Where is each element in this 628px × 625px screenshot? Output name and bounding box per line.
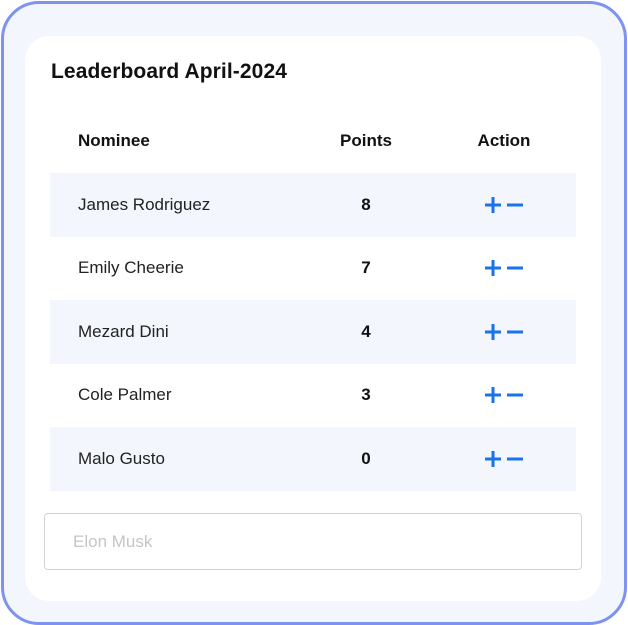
plus-icon <box>485 450 501 467</box>
table-row: Emily Cheerie 7 <box>50 237 576 301</box>
nominee-input[interactable] <box>45 514 581 569</box>
page-title: Leaderboard April-2024 <box>51 60 287 83</box>
nominee-name: Cole Palmer <box>78 385 172 405</box>
decrement-button[interactable] <box>505 385 525 405</box>
nominee-points: 8 <box>361 194 371 214</box>
nominee-points: 0 <box>361 448 371 468</box>
nominee-name: James Rodriguez <box>78 194 211 214</box>
plus-icon <box>485 323 501 340</box>
minus-icon <box>507 393 523 397</box>
increment-button[interactable] <box>483 322 503 342</box>
increment-button[interactable] <box>483 449 503 469</box>
decrement-button[interactable] <box>505 195 525 215</box>
nominee-input-wrapper <box>44 513 582 570</box>
plus-icon <box>485 196 501 213</box>
row-actions <box>432 449 576 469</box>
plus-icon <box>485 387 501 404</box>
decrement-button[interactable] <box>505 258 525 278</box>
minus-icon <box>507 457 523 461</box>
nominee-name: Mezard Dini <box>78 321 169 341</box>
table-row: Malo Gusto 0 <box>50 427 576 491</box>
leaderboard-table: Nominee Points Action James Rodriguez 8 … <box>50 108 576 491</box>
column-header-nominee: Nominee <box>78 130 150 150</box>
row-actions <box>432 195 576 215</box>
table-header-row: Nominee Points Action <box>50 108 576 173</box>
decrement-button[interactable] <box>505 322 525 342</box>
nominee-points: 4 <box>361 321 371 341</box>
minus-icon <box>507 266 523 270</box>
plus-icon <box>485 260 501 277</box>
increment-button[interactable] <box>483 258 503 278</box>
nominee-points: 3 <box>361 385 371 405</box>
row-actions <box>432 322 576 342</box>
minus-icon <box>507 203 523 207</box>
leaderboard-card: Leaderboard April-2024 Nominee Points Ac… <box>25 36 601 601</box>
nominee-name: Emily Cheerie <box>78 258 184 278</box>
column-header-action: Action <box>477 130 531 150</box>
increment-button[interactable] <box>483 385 503 405</box>
leaderboard-frame: Leaderboard April-2024 Nominee Points Ac… <box>1 1 627 625</box>
row-actions <box>432 385 576 405</box>
table-row: James Rodriguez 8 <box>50 173 576 237</box>
decrement-button[interactable] <box>505 449 525 469</box>
table-row: Mezard Dini 4 <box>50 300 576 364</box>
nominee-points: 7 <box>361 258 371 278</box>
column-header-points: Points <box>340 130 392 150</box>
row-actions <box>432 258 576 278</box>
table-row: Cole Palmer 3 <box>50 364 576 428</box>
increment-button[interactable] <box>483 195 503 215</box>
nominee-name: Malo Gusto <box>78 448 165 468</box>
minus-icon <box>507 330 523 334</box>
